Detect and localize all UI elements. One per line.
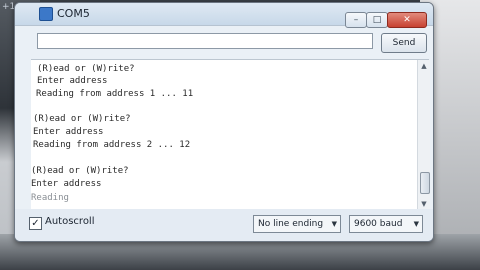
maximize-button[interactable]: □ — [366, 12, 388, 28]
output-line: Enter address — [33, 127, 104, 137]
arrow-down-icon[interactable]: ▼ — [419, 199, 429, 209]
serial-monitor-window: COM5 – □ ✕ Send (R)ead or (W)rite? Enter… — [14, 2, 434, 242]
send-button[interactable]: Send — [381, 33, 427, 53]
close-button[interactable]: ✕ — [387, 12, 427, 28]
output-line: Reading from address 2 ... 12 — [33, 140, 191, 150]
output-line: Enter address — [37, 76, 108, 86]
line-ending-value: No line ending — [258, 219, 324, 229]
line-ending-select[interactable]: No line ending ▼ — [253, 215, 341, 233]
window-title: COM5 — [57, 7, 90, 20]
title-bar[interactable]: COM5 – □ ✕ — [15, 3, 433, 28]
autoscroll-checkbox[interactable]: ✓ — [29, 217, 42, 230]
output-line: Reading — [31, 193, 69, 203]
arrow-up-icon[interactable]: ▲ — [419, 61, 429, 71]
bottom-toolbar: ✓ Autoscroll No line ending ▼ 9600 baud … — [15, 209, 433, 241]
baud-rate-value: 9600 baud — [354, 219, 403, 229]
output-line: (R)ead or (W)rite? — [37, 64, 135, 74]
chevron-down-icon: ▼ — [413, 220, 419, 228]
minimize-button[interactable]: – — [345, 12, 367, 28]
output-line: (R)ead or (W)rite? — [31, 166, 129, 176]
output-line: (R)ead or (W)rite? — [33, 114, 131, 124]
output-line: Enter address — [31, 179, 102, 189]
baud-rate-select[interactable]: 9600 baud ▼ — [349, 215, 423, 233]
output-line: Reading from address 1 ... 11 — [36, 89, 194, 99]
serial-monitor-icon — [39, 7, 53, 21]
serial-output[interactable]: (R)ead or (W)rite? Enter address Reading… — [31, 59, 430, 211]
output-scrollbar[interactable]: ▲ ▼ — [417, 60, 430, 210]
chevron-down-icon: ▼ — [331, 220, 337, 228]
autoscroll-label: Autoscroll — [45, 216, 95, 227]
serial-input[interactable] — [37, 33, 373, 49]
scroll-thumb[interactable] — [420, 172, 430, 194]
